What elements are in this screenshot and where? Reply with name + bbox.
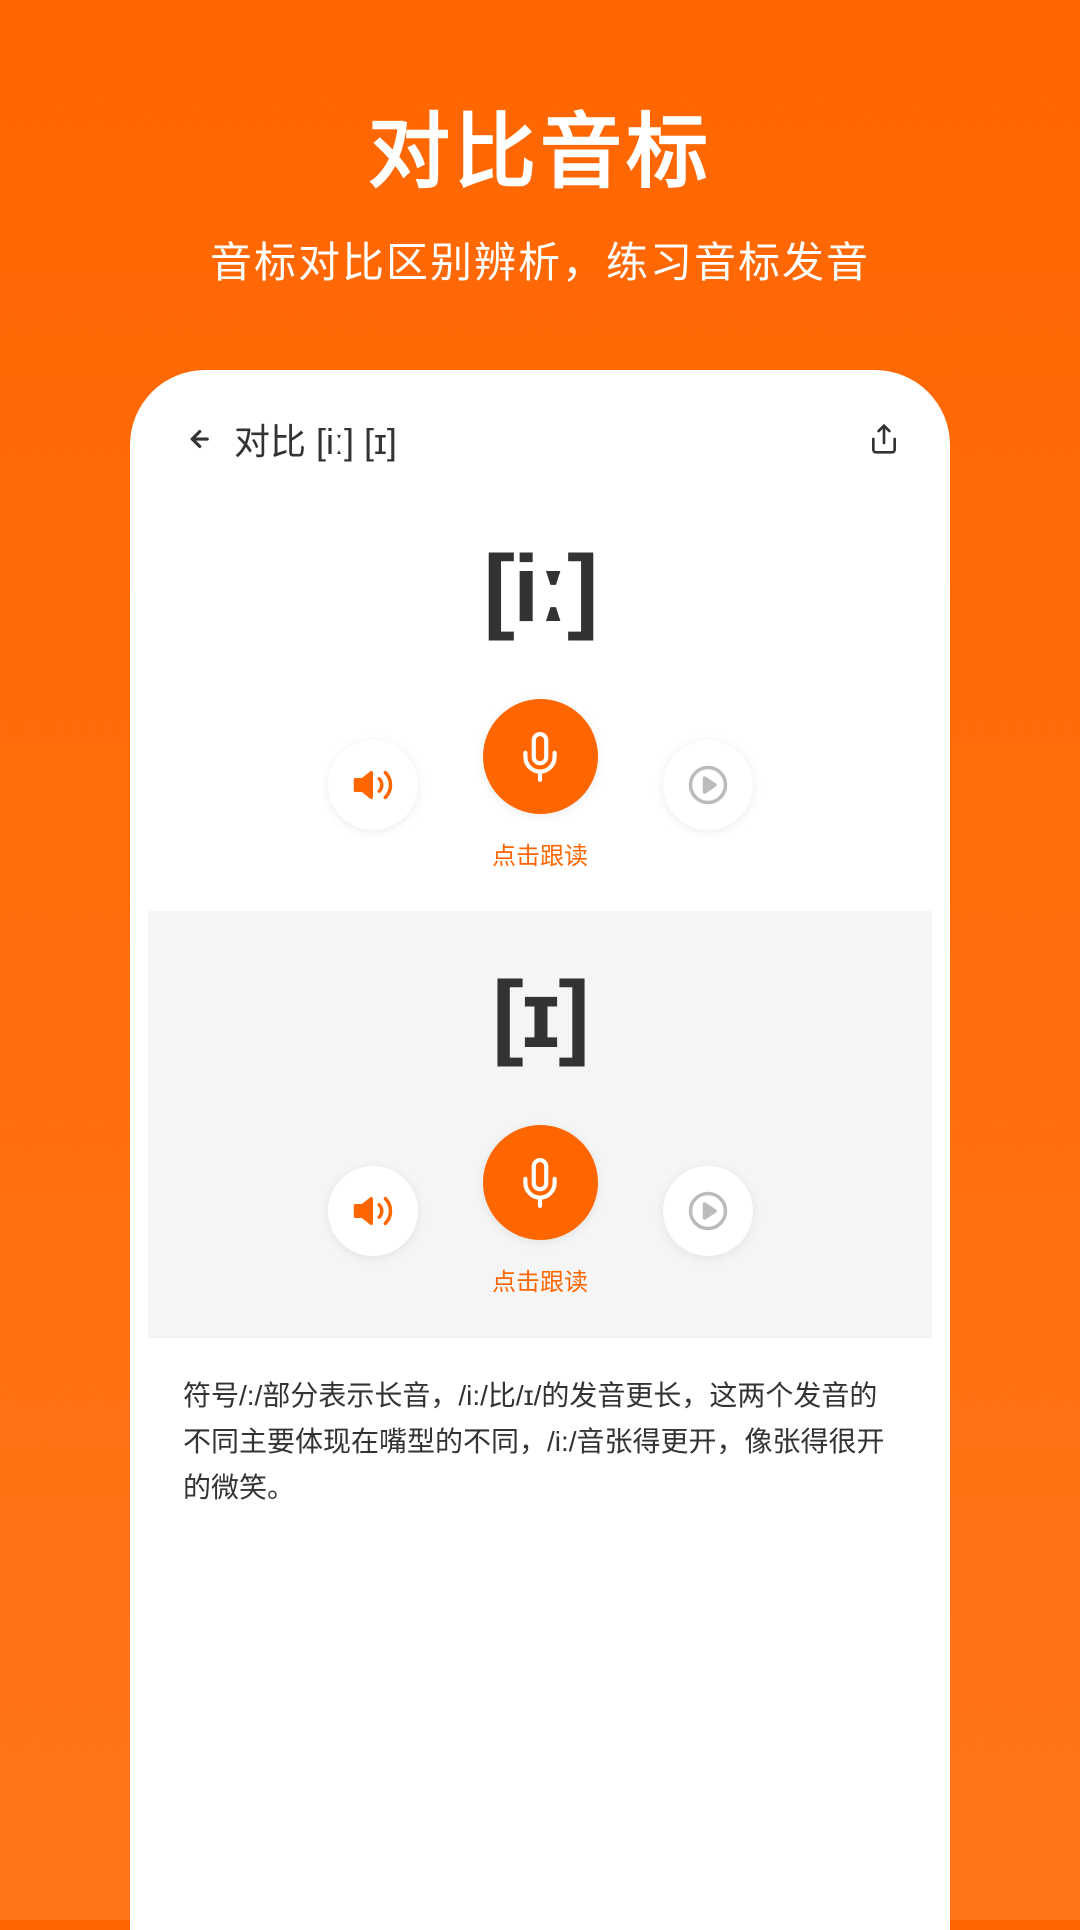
play-button[interactable] (663, 740, 753, 830)
phoneme-card-1: [iː] (148, 485, 932, 911)
promo-subtitle: 音标对比区别辨析，练习音标发音 (0, 229, 1080, 290)
phone-screen: 对比 [iː] [ɪ] [iː] (148, 388, 932, 1912)
share-icon[interactable] (866, 421, 902, 457)
phoneme-section: [iː] (148, 485, 932, 1912)
speaker-button[interactable] (328, 740, 418, 830)
description-text: 符号/:/部分表示长音，/i:/比/ɪ/的发音更长，这两个发音的不同主要体现在嘴… (183, 1373, 897, 1512)
record-container: 点击跟读 (483, 699, 598, 871)
record-label-2: 点击跟读 (492, 1262, 588, 1297)
speaker-button[interactable] (328, 1166, 418, 1256)
microphone-button[interactable] (483, 1125, 598, 1240)
promo-header: 对比音标 音标对比区别辨析，练习音标发音 (0, 0, 1080, 290)
description-section: 符号/:/部分表示长音，/i:/比/ɪ/的发音更长，这两个发音的不同主要体现在嘴… (148, 1337, 932, 1532)
record-container: 点击跟读 (483, 1125, 598, 1297)
phoneme-symbol-2: [ɪ] (492, 961, 588, 1070)
phone-frame: 对比 [iː] [ɪ] [iː] (130, 370, 950, 1930)
controls-row-1: 点击跟读 (328, 699, 753, 871)
back-icon[interactable] (178, 421, 214, 457)
app-header: 对比 [iː] [ɪ] (148, 388, 932, 485)
phoneme-card-2: [ɪ] (148, 911, 932, 1337)
promo-title: 对比音标 (0, 85, 1080, 204)
app-title: 对比 [iː] [ɪ] (234, 413, 866, 465)
play-button[interactable] (663, 1166, 753, 1256)
controls-row-2: 点击跟读 (328, 1125, 753, 1297)
record-label-1: 点击跟读 (492, 836, 588, 871)
microphone-button[interactable] (483, 699, 598, 814)
phoneme-symbol-1: [iː] (483, 535, 596, 644)
